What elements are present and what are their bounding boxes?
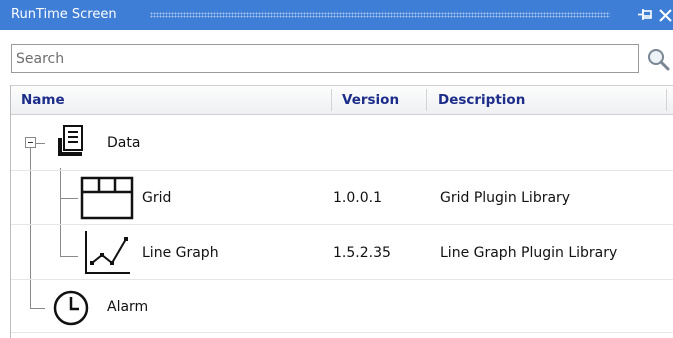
description-cell: Grid Plugin Library: [440, 190, 571, 206]
search-icon: [648, 49, 670, 71]
tree-item-label: Line Graph: [142, 245, 219, 261]
column-header-name[interactable]: Name: [21, 86, 65, 114]
close-icon: [659, 9, 672, 22]
tree-item-label: Data: [107, 135, 141, 151]
panel-title-bar: RunTime Screen: [0, 0, 673, 30]
version-cell: 1.0.0.1: [333, 190, 382, 206]
column-divider[interactable]: [426, 89, 427, 111]
column-header-version[interactable]: Version: [342, 86, 399, 114]
search-button[interactable]: [645, 46, 673, 72]
search-box: [11, 44, 639, 73]
pin-icon: [638, 9, 652, 20]
grid-table-icon: [80, 176, 134, 220]
column-header-description[interactable]: Description: [438, 86, 525, 114]
panel-title: RunTime Screen: [11, 7, 117, 22]
version-cell: 1.5.2.35: [333, 245, 391, 261]
tree-item-label: Alarm: [107, 299, 149, 315]
description-cell: Line Graph Plugin Library: [440, 245, 618, 261]
search-input[interactable]: [12, 45, 638, 72]
line-graph-icon: [85, 231, 130, 274]
tree-item-label: Grid: [142, 190, 172, 206]
clock-icon: [53, 290, 89, 326]
column-divider[interactable]: [666, 89, 667, 111]
title-grip-pattern: [150, 12, 610, 18]
close-button[interactable]: [657, 4, 673, 26]
column-header-row: Name Version Description: [11, 85, 673, 115]
document-stack-icon: [58, 125, 83, 156]
collapse-toggle[interactable]: [25, 137, 36, 148]
column-divider[interactable]: [331, 89, 332, 111]
pin-button[interactable]: [636, 5, 654, 25]
